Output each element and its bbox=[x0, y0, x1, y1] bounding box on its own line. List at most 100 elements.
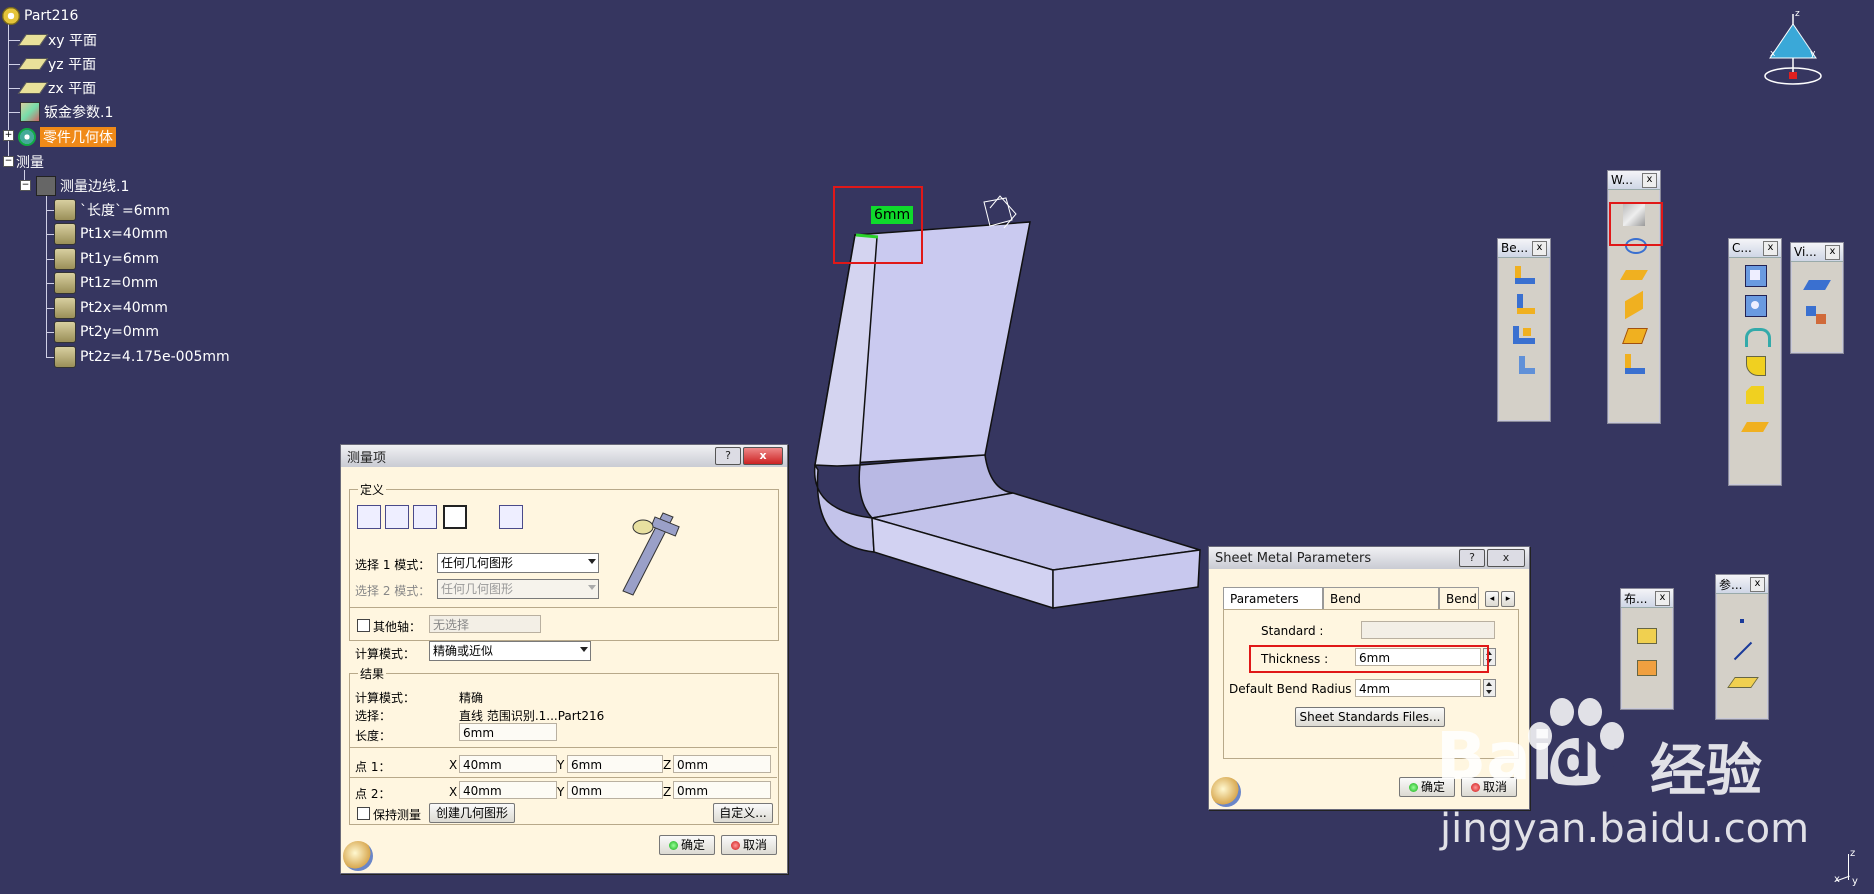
flange-icon[interactable] bbox=[1621, 352, 1647, 378]
create-geometry-button[interactable]: 创建几何图形 bbox=[429, 803, 515, 823]
close-icon[interactable]: x bbox=[1750, 576, 1765, 592]
point-1-y-label: Y bbox=[557, 758, 565, 772]
highlight-box-sheet-metal-params bbox=[1609, 202, 1663, 246]
select-value: 任何几何图形 bbox=[441, 582, 514, 596]
measure-item-dialog: 测量项 ? x 定义 选择 1 模式： 任何几何图形 选择 2 模式： 任何几何… bbox=[340, 444, 788, 874]
point-1-x-label: X bbox=[449, 758, 458, 772]
point-2-x-field[interactable]: 40mm bbox=[459, 781, 557, 799]
tab-bar: Parameters Bend Extremities Bend ◂ ▸ bbox=[1223, 587, 1517, 628]
bend-icon[interactable] bbox=[1511, 262, 1537, 288]
cutout-icon[interactable] bbox=[1742, 262, 1768, 288]
point-icon[interactable] bbox=[1729, 608, 1755, 634]
point-1-label: 点 1： bbox=[355, 760, 391, 774]
extrusion-icon[interactable] bbox=[1621, 322, 1648, 348]
close-icon[interactable]: x bbox=[1763, 240, 1778, 256]
selection-2-mode-select[interactable]: 任何几何图形 bbox=[437, 579, 599, 599]
line-icon[interactable] bbox=[1729, 638, 1755, 664]
point-1-z-field[interactable]: 0mm bbox=[673, 755, 771, 773]
close-icon[interactable]: x bbox=[1655, 590, 1670, 606]
wall-on-edge-icon[interactable] bbox=[1621, 290, 1647, 320]
caliper-icon bbox=[622, 512, 680, 596]
highlight-box-thickness bbox=[1249, 645, 1489, 673]
ok-button[interactable]: 确定 bbox=[659, 835, 715, 855]
globe-icon bbox=[343, 841, 373, 871]
customize-button[interactable]: 自定义... bbox=[713, 803, 773, 823]
point-1-z-label: Z bbox=[663, 758, 672, 772]
result-calc-mode-value: 精确 bbox=[459, 691, 484, 705]
axis-z-label: z bbox=[1850, 848, 1856, 859]
close-icon[interactable]: x bbox=[1825, 244, 1840, 260]
toolbar-layout: 布... x bbox=[1620, 588, 1674, 710]
length-field[interactable]: 6mm bbox=[459, 723, 557, 741]
button-label: 确定 bbox=[680, 838, 705, 852]
watermark-brand-b: du bbox=[1556, 730, 1628, 788]
measure-chain-icon[interactable] bbox=[385, 505, 409, 529]
calc-mode-select[interactable]: 精确或近似 bbox=[429, 641, 591, 661]
watermark-url: jingyan.baidu.com bbox=[1440, 806, 1810, 852]
other-axis-label: 其他轴： bbox=[373, 620, 422, 634]
pattern-icon[interactable] bbox=[1634, 622, 1660, 648]
ok-icon bbox=[1408, 783, 1418, 792]
multi-view-icon[interactable] bbox=[1804, 302, 1830, 328]
unfold-icon[interactable] bbox=[1511, 352, 1537, 378]
chevron-down-icon bbox=[588, 585, 596, 590]
toolbar-title: Vi... bbox=[1794, 245, 1817, 259]
point-1-y-field[interactable]: 6mm bbox=[567, 755, 663, 773]
help-button[interactable]: ? bbox=[715, 447, 741, 465]
toolbar-title: C... bbox=[1732, 241, 1752, 255]
toolbar-views: Vi... x bbox=[1790, 242, 1844, 354]
point-2-label: 点 2： bbox=[355, 787, 391, 801]
chamfer-icon[interactable] bbox=[1742, 382, 1768, 408]
point-2-y-field[interactable]: 0mm bbox=[567, 781, 663, 799]
corner-icon[interactable] bbox=[1742, 352, 1768, 378]
plane-icon[interactable] bbox=[1727, 668, 1759, 694]
tab-bend-extremities[interactable]: Bend Extremities bbox=[1323, 587, 1439, 628]
close-button[interactable]: x bbox=[1487, 549, 1525, 567]
dialog-titlebar: Sheet Metal Parameters ? x bbox=[1209, 547, 1529, 569]
selection-1-label: 选择 1 模式： bbox=[355, 558, 431, 572]
other-axis-checkbox[interactable] bbox=[357, 619, 370, 632]
toolbar-bend: Be... x bbox=[1497, 238, 1551, 422]
tab-scroll-left-icon[interactable]: ◂ bbox=[1485, 591, 1499, 607]
sheet-standards-files-button[interactable]: Sheet Standards Files... bbox=[1295, 707, 1445, 727]
result-selection-label: 选择： bbox=[355, 709, 392, 723]
corner-relief-icon[interactable] bbox=[1742, 322, 1771, 348]
button-label: 取消 bbox=[742, 838, 767, 852]
close-icon[interactable]: x bbox=[1642, 172, 1657, 188]
fold-unfold-icon[interactable] bbox=[1803, 272, 1831, 298]
measure-between-icon[interactable] bbox=[357, 505, 381, 529]
select-value: 精确或近似 bbox=[433, 644, 494, 658]
wall-icon[interactable] bbox=[1620, 262, 1648, 288]
tab-bend[interactable]: Bend bbox=[1439, 587, 1479, 609]
measure-fan-icon[interactable] bbox=[413, 505, 437, 529]
hole-icon[interactable] bbox=[1742, 292, 1768, 318]
selection-1-mode-select[interactable]: 任何几何图形 bbox=[437, 553, 599, 573]
point-2-y-label: Y bbox=[557, 785, 565, 799]
stamp-icon[interactable] bbox=[1741, 412, 1769, 438]
bend-radius-spinner[interactable] bbox=[1483, 679, 1496, 697]
bend-from-flat-icon[interactable] bbox=[1511, 322, 1537, 348]
keep-measure-checkbox[interactable] bbox=[357, 807, 370, 820]
point-1-x-field[interactable]: 40mm bbox=[459, 755, 557, 773]
axis-triad-icon: z x y bbox=[1834, 848, 1868, 888]
frame-legend: 定义 bbox=[358, 481, 387, 498]
axis-y-label: y bbox=[1852, 876, 1858, 887]
dialog-title: Sheet Metal Parameters bbox=[1215, 550, 1372, 566]
result-selection-value: 直线 范围识别.1...Part216 bbox=[459, 709, 605, 723]
close-icon[interactable]: x bbox=[1532, 240, 1547, 256]
tab-scroll-right-icon[interactable]: ▸ bbox=[1501, 591, 1515, 607]
keep-measure-label: 保持测量 bbox=[373, 808, 422, 822]
conical-bend-icon[interactable] bbox=[1511, 292, 1537, 318]
cancel-button[interactable]: 取消 bbox=[721, 835, 777, 855]
axis-x-label: x bbox=[1834, 874, 1840, 885]
close-button[interactable]: x bbox=[743, 447, 783, 465]
help-button[interactable]: ? bbox=[1459, 549, 1485, 567]
measure-item-icon[interactable] bbox=[443, 505, 467, 529]
bend-radius-field[interactable]: 4mm bbox=[1355, 679, 1481, 697]
standard-field[interactable] bbox=[1361, 621, 1495, 639]
measure-thickness-icon[interactable] bbox=[499, 505, 523, 529]
tab-parameters[interactable]: Parameters bbox=[1223, 587, 1323, 609]
other-axis-field[interactable]: 无选择 bbox=[429, 615, 541, 633]
point-2-z-field[interactable]: 0mm bbox=[673, 781, 771, 799]
rectangular-pattern-icon[interactable] bbox=[1634, 652, 1660, 678]
